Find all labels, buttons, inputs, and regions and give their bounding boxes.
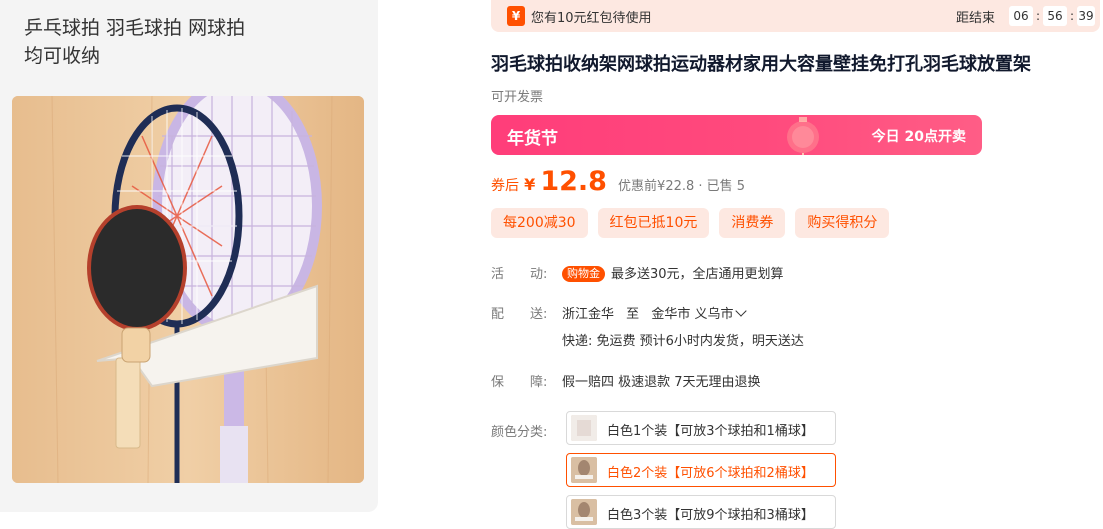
sku-option[interactable]: 白色3个装【可放9个球拍和3桶球】 bbox=[566, 495, 836, 529]
product-title: 羽毛球拍收纳架网球拍运动器材家用大容量壁挂免打孔羽毛球放置架 bbox=[491, 54, 1031, 75]
coupon-message: 您有10元红包待使用 bbox=[531, 11, 652, 26]
chevron-down-icon bbox=[735, 305, 748, 317]
sku-option[interactable]: 白色1个装【可放3个球拍和1桶球】 bbox=[566, 411, 836, 445]
delivery-label: 配 送: bbox=[491, 307, 548, 322]
price-row: 券后 ¥ 12.8 优惠前¥22.8 · 已售 5 bbox=[491, 166, 745, 197]
countdown-separator: : bbox=[1036, 9, 1041, 23]
countdown-hours: 06 bbox=[1009, 6, 1033, 26]
sku-option-selected[interactable]: 白色2个装【可放6个球拍和2桶球】 bbox=[566, 453, 836, 487]
festival-label: 年货节 bbox=[507, 129, 558, 149]
red-packet-icon: ¥ bbox=[507, 6, 525, 26]
sku-thumbnail bbox=[571, 457, 597, 483]
sku-thumbnail bbox=[571, 415, 597, 441]
delivery-to-word: 至 bbox=[626, 307, 640, 322]
sku-label: 颜色分类: bbox=[491, 425, 548, 440]
price-meta: 优惠前¥22.8 · 已售 5 bbox=[618, 179, 746, 194]
countdown-separator: : bbox=[1070, 9, 1075, 23]
countdown-label: 距结束 bbox=[956, 11, 996, 26]
festival-sale-time: 今日 20点开卖 bbox=[871, 129, 966, 145]
shopping-gold-badge: 购物金 bbox=[562, 266, 605, 282]
festival-banner[interactable]: 年货节 今日 20点开卖 bbox=[491, 115, 982, 155]
sku-option-text: 白色2个装【可放6个球拍和2桶球】 bbox=[607, 466, 814, 481]
activity-text: 最多送30元，全店通用更划算 bbox=[611, 267, 784, 282]
gallery-caption-line1: 乒乓球拍 羽毛球拍 网球拍 bbox=[24, 17, 246, 39]
gallery-caption-line2: 均可收纳 bbox=[24, 45, 101, 67]
delivery-destination-text: 金华市 义乌市 bbox=[651, 307, 734, 322]
coupon-notice-bar[interactable]: ¥ 您有10元红包待使用 距结束 06 : 56 : 39 bbox=[491, 0, 1100, 32]
guarantee-text: 假一赔四 极速退款 7天无理由退换 bbox=[562, 375, 761, 390]
sku-option-text: 白色1个装【可放3个球拍和1桶球】 bbox=[607, 424, 814, 439]
sku-option-text: 白色3个装【可放9个球拍和3桶球】 bbox=[607, 508, 814, 523]
promo-tag[interactable]: 消费券 bbox=[719, 208, 786, 238]
guarantee-label: 保 障: bbox=[491, 375, 548, 390]
price-label: 券后 bbox=[491, 178, 519, 194]
delivery-route: 浙江金华 至 金华市 义乌市 bbox=[562, 303, 748, 322]
promo-tags: 每200减30 红包已抵10元 消费券 购买得积分 bbox=[491, 208, 890, 238]
invoice-note: 可开发票 bbox=[491, 90, 544, 105]
activity-label: 活 动: bbox=[491, 267, 548, 282]
promo-tag[interactable]: 每200减30 bbox=[491, 208, 588, 238]
delivery-detail: 快递: 免运费 预计6小时内发货，明天送达 bbox=[562, 334, 804, 349]
lantern-icon bbox=[787, 117, 819, 155]
activity-value[interactable]: 购物金 最多送30元，全店通用更划算 bbox=[562, 263, 784, 282]
delivery-from: 浙江金华 bbox=[562, 307, 615, 322]
price-currency: ¥ bbox=[524, 175, 536, 194]
main-product-image[interactable] bbox=[12, 96, 364, 483]
promo-tag[interactable]: 红包已抵10元 bbox=[597, 208, 710, 238]
countdown-seconds: 39 bbox=[1077, 6, 1095, 26]
product-gallery: 乒乓球拍 羽毛球拍 网球拍 均可收纳 bbox=[0, 0, 378, 512]
price-value: 12.8 bbox=[540, 166, 607, 197]
countdown-minutes: 56 bbox=[1043, 6, 1067, 26]
promo-tag[interactable]: 购买得积分 bbox=[795, 208, 890, 238]
gallery-caption: 乒乓球拍 羽毛球拍 网球拍 均可收纳 bbox=[24, 14, 245, 70]
delivery-destination[interactable]: 金华市 义乌市 bbox=[651, 305, 748, 322]
sku-thumbnail bbox=[571, 499, 597, 525]
